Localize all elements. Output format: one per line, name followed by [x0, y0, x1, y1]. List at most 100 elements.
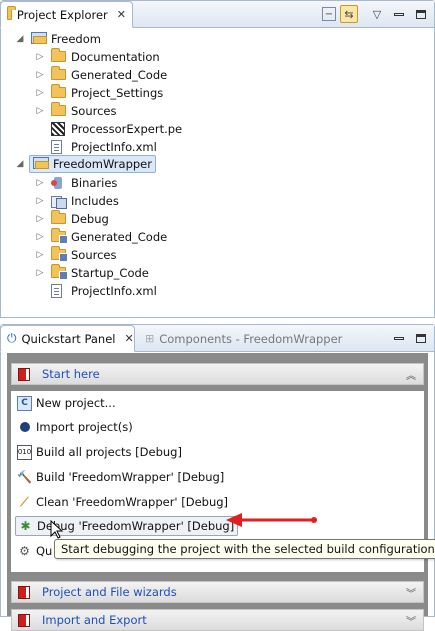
section-start-here[interactable]: Start here ︽ [11, 363, 424, 385]
new-project-icon: C [17, 395, 32, 411]
expanded-icon[interactable]: ◢ [15, 159, 25, 169]
source-folder-icon [51, 228, 68, 244]
import-project-item[interactable]: Import project(s) [17, 417, 133, 437]
project-icon [33, 157, 49, 169]
collapsed-icon[interactable]: ▷ [35, 232, 45, 242]
section-icon [18, 613, 30, 627]
maximize-icon[interactable] [412, 329, 430, 347]
tree-item-label: ProcessorExpert.pe [71, 122, 183, 136]
item-label: Debug 'FreedomWrapper' [Debug] [37, 519, 235, 533]
tree-item-label: Documentation [71, 50, 160, 64]
source-folder-icon [51, 246, 68, 262]
tab-quickstart-panel[interactable]: ⏻ Quickstart Panel ✕ [0, 325, 135, 352]
tab-label: Components - FreedomWrapper [159, 331, 343, 346]
section-project-file-wizards[interactable]: Project and File wizards ︾ [11, 581, 424, 603]
quickstart-view: ⏻ Quickstart Panel ✕ ⊞ Components - Free… [0, 324, 435, 631]
annotation-arrow [226, 513, 317, 527]
tree-item-generated-code[interactable]: ▷ Generated_Code [35, 66, 167, 84]
selected-item[interactable]: FreedomWrapper [29, 155, 156, 173]
quick-access-icon: ⚙ [19, 544, 30, 558]
tab-components[interactable]: ⊞ Components - FreedomWrapper [139, 325, 353, 352]
section-title: Project and File wizards [42, 585, 177, 599]
power-icon: ⏻ [7, 331, 17, 345]
folder-icon [51, 66, 66, 80]
tree-item-label: Generated_Code [71, 68, 168, 82]
collapse-icon[interactable]: ︽ [406, 367, 416, 382]
clean-project-item[interactable]: ⟋ Clean 'FreedomWrapper' [Debug] [17, 492, 228, 512]
project-explorer-view: Project Explorer ✕ − ⇆ ▽ ◢ Freedom ▷ Doc… [0, 0, 435, 318]
tree-item-label: ProjectInfo.xml [71, 140, 157, 154]
item-label: Qu [36, 544, 53, 558]
tree-item-processor-expert[interactable]: ProcessorExpert.pe [51, 120, 182, 138]
section-icon [18, 367, 30, 381]
tree-item-label: Generated_Code [71, 230, 168, 244]
tree-item-sources[interactable]: ▷ Sources [35, 102, 117, 120]
tree-item-freedom[interactable]: ◢ Freedom [17, 30, 101, 48]
project-icon [31, 32, 47, 44]
tree-item-projectinfo[interactable]: ProjectInfo.xml [51, 138, 157, 156]
xml-file-icon [51, 284, 62, 298]
build-all-item[interactable]: 010 Build all projects [Debug] [17, 442, 182, 462]
folder-icon [51, 84, 66, 98]
tree-item-debug[interactable]: ▷ Debug [35, 210, 109, 228]
build-project-item[interactable]: 🔨 Build 'FreedomWrapper' [Debug] [17, 467, 224, 487]
item-label: Clean 'FreedomWrapper' [Debug] [36, 495, 229, 509]
tooltip-text: Start debugging the project with the sel… [61, 542, 435, 556]
tree-item-sources-2[interactable]: ▷ Sources [35, 246, 117, 264]
tree-item-label: Startup_Code [71, 266, 149, 280]
section-title: Start here [42, 367, 100, 381]
view-toolbar: − ⇆ ▽ [322, 5, 430, 23]
expanded-icon[interactable]: ◢ [15, 34, 25, 44]
section-title: Import and Export [42, 613, 147, 627]
new-project-item[interactable]: C New project... [17, 393, 116, 413]
collapsed-icon[interactable]: ▷ [35, 106, 45, 116]
collapsed-icon[interactable]: ▷ [35, 268, 45, 278]
quick-item[interactable]: ⚙ Qu [17, 541, 52, 561]
includes-icon [51, 194, 67, 209]
collapsed-icon[interactable]: ▷ [35, 250, 45, 260]
tree-item-projectinfo-2[interactable]: ProjectInfo.xml [51, 282, 157, 300]
tree-item-documentation[interactable]: ▷ Documentation [35, 48, 160, 66]
collapsed-icon[interactable]: ▷ [35, 178, 45, 188]
folder-icon [51, 48, 66, 62]
quickstart-body: Start here ︽ C New project... Import pro… [7, 353, 428, 631]
tree-item-project-settings[interactable]: ▷ Project_Settings [35, 84, 163, 102]
tree-item-startup-code[interactable]: ▷ Startup_Code [35, 264, 149, 282]
tree-item-label: ProjectInfo.xml [71, 284, 157, 298]
tab-label: Quickstart Panel [21, 331, 116, 346]
view-menu-icon[interactable]: ▽ [368, 5, 386, 23]
tree-item-includes[interactable]: ▷ Includes [35, 192, 119, 210]
tree-item-binaries[interactable]: ▷ Binaries [35, 174, 118, 192]
tooltip: Start debugging the project with the sel… [54, 539, 435, 559]
tab-label: Project Explorer [16, 7, 108, 22]
project-explorer-tabbar: Project Explorer ✕ − ⇆ ▽ [0, 1, 434, 28]
item-label: New project... [36, 396, 116, 410]
tree-item-label: Freedom [51, 32, 101, 46]
debug-project-item[interactable]: ✱ Debug 'FreedomWrapper' [Debug] [15, 516, 239, 536]
binaries-icon [51, 176, 65, 190]
collapse-all-icon[interactable]: − [322, 7, 336, 21]
close-icon[interactable]: ✕ [117, 8, 126, 21]
collapsed-icon[interactable]: ▷ [35, 196, 45, 206]
collapsed-icon[interactable]: ▷ [35, 52, 45, 62]
collapsed-icon[interactable]: ▷ [35, 88, 45, 98]
section-import-export[interactable]: Import and Export ︾ [11, 609, 424, 631]
bug-icon: ✱ [20, 519, 31, 533]
minimize-icon[interactable] [390, 329, 408, 347]
tree-item-label: FreedomWrapper [53, 157, 152, 171]
source-folder-icon [51, 264, 68, 280]
expand-icon[interactable]: ︾ [406, 613, 416, 628]
collapsed-icon[interactable]: ▷ [35, 70, 45, 80]
tree-item-generated-code-2[interactable]: ▷ Generated_Code [35, 228, 167, 246]
broom-icon: ⟋ [20, 494, 29, 509]
tree-item-freedomwrapper[interactable]: ◢ FreedomWrapper [17, 155, 156, 173]
tree-item-label: Binaries [71, 176, 118, 190]
maximize-icon[interactable] [412, 5, 430, 23]
minimize-icon[interactable] [390, 5, 408, 23]
close-icon[interactable]: ✕ [124, 332, 133, 345]
collapsed-icon[interactable]: ▷ [35, 214, 45, 224]
tab-project-explorer[interactable]: Project Explorer ✕ [0, 1, 133, 28]
expand-icon[interactable]: ︾ [406, 585, 416, 600]
view-toolbar [390, 329, 430, 347]
link-with-editor-icon[interactable]: ⇆ [340, 5, 358, 23]
